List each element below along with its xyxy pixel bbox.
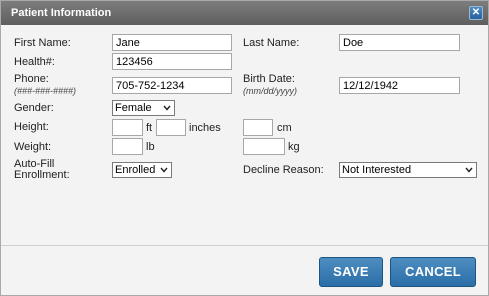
chevron-down-icon [160, 167, 168, 173]
birth-date-input[interactable] [339, 77, 460, 94]
save-button[interactable]: SAVE [319, 257, 383, 287]
gender-select[interactable]: Female [112, 100, 175, 116]
chevron-down-icon [465, 167, 473, 173]
birth-date-label: Birth Date: [243, 73, 295, 85]
gender-label: Gender: [14, 102, 54, 114]
weight-label: Weight: [14, 141, 52, 153]
dialog-titlebar: Patient Information ✕ [1, 1, 488, 25]
height-inches-input[interactable] [156, 119, 186, 136]
auto-fill-label-line2: Enrollment: [14, 169, 70, 181]
birth-date-format-hint: (mm/dd/yyyy) [243, 86, 297, 96]
auto-fill-selected-value: Enrolled [115, 164, 156, 176]
auto-fill-enrollment-select[interactable]: Enrolled [112, 162, 172, 178]
weight-kg-unit: kg [288, 141, 300, 153]
phone-label: Phone: [14, 73, 49, 85]
cancel-button[interactable]: CANCEL [390, 257, 476, 287]
last-name-label: Last Name: [243, 37, 300, 49]
patient-information-dialog: Patient Information ✕ First Name: Last N… [0, 0, 489, 296]
close-icon[interactable]: ✕ [469, 6, 483, 20]
health-number-input[interactable] [112, 53, 232, 70]
height-inches-unit: inches [189, 122, 221, 134]
decline-reason-selected-value: Not Interested [342, 164, 412, 176]
health-number-label: Health#: [14, 56, 55, 68]
decline-reason-label: Decline Reason: [243, 164, 324, 176]
first-name-input[interactable] [112, 34, 232, 51]
footer-divider [1, 245, 488, 246]
decline-reason-select[interactable]: Not Interested [339, 162, 477, 178]
dialog-title: Patient Information [11, 7, 112, 19]
chevron-down-icon [163, 105, 171, 111]
height-cm-input[interactable] [243, 119, 273, 136]
weight-lb-input[interactable] [112, 138, 143, 155]
weight-kg-input[interactable] [243, 138, 285, 155]
last-name-input[interactable] [339, 34, 460, 51]
height-ft-input[interactable] [112, 119, 143, 136]
height-ft-unit: ft [146, 122, 153, 134]
gender-selected-value: Female [115, 102, 152, 114]
phone-format-hint: (###-###-####) [14, 86, 77, 96]
height-cm-unit: cm [277, 122, 292, 134]
weight-lb-unit: lb [146, 141, 155, 153]
height-label: Height: [14, 121, 49, 133]
phone-input[interactable] [112, 77, 232, 94]
first-name-label: First Name: [14, 37, 71, 49]
